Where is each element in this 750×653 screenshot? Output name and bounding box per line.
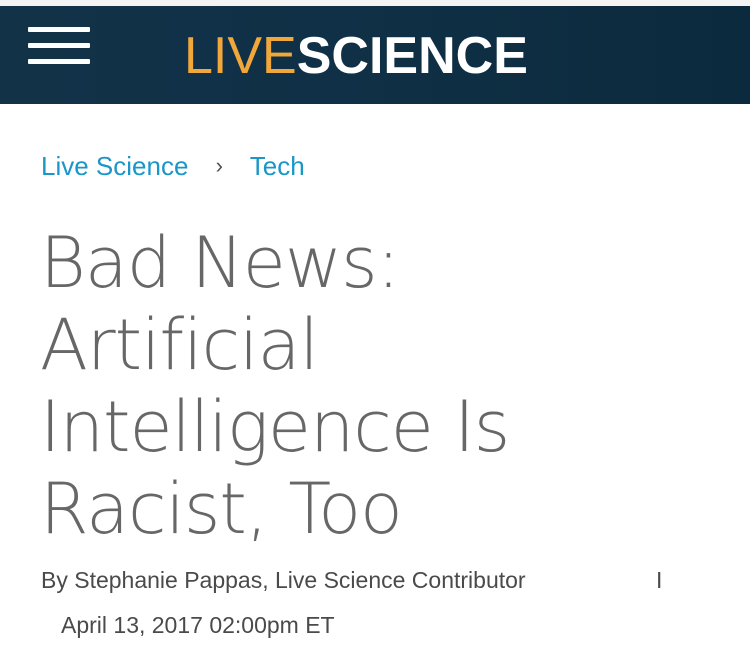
logo-science-text: SCIENCE xyxy=(296,27,528,85)
site-header: LIVESCIENCE xyxy=(0,6,750,104)
chevron-right-icon: › xyxy=(215,153,223,178)
menu-bar xyxy=(28,27,90,32)
title-line: Bad News: xyxy=(40,222,400,304)
hamburger-menu-icon[interactable] xyxy=(28,26,92,66)
title-line: Racist, Too xyxy=(40,468,403,550)
byline-divider: I xyxy=(656,567,663,593)
breadcrumb: Live Science › Tech xyxy=(41,150,305,182)
breadcrumb-tech[interactable]: Tech xyxy=(250,151,305,181)
menu-bar xyxy=(28,59,90,64)
logo-live-text: LIVE xyxy=(184,27,297,85)
menu-bar xyxy=(28,43,90,48)
site-logo[interactable]: LIVESCIENCE xyxy=(184,24,528,88)
publish-date: April 13, 2017 02:00pm ET xyxy=(61,612,335,638)
author-byline: By Stephanie Pappas, Live Science Contri… xyxy=(41,567,526,593)
title-line: Intelligence Is xyxy=(40,386,510,468)
article-byline: By Stephanie Pappas, Live Science Contri… xyxy=(41,565,721,595)
breadcrumb-live-science[interactable]: Live Science xyxy=(41,151,188,181)
title-line: Artificial xyxy=(40,304,319,386)
article-title: Bad News: Artificial Intelligence Is Rac… xyxy=(40,222,720,550)
